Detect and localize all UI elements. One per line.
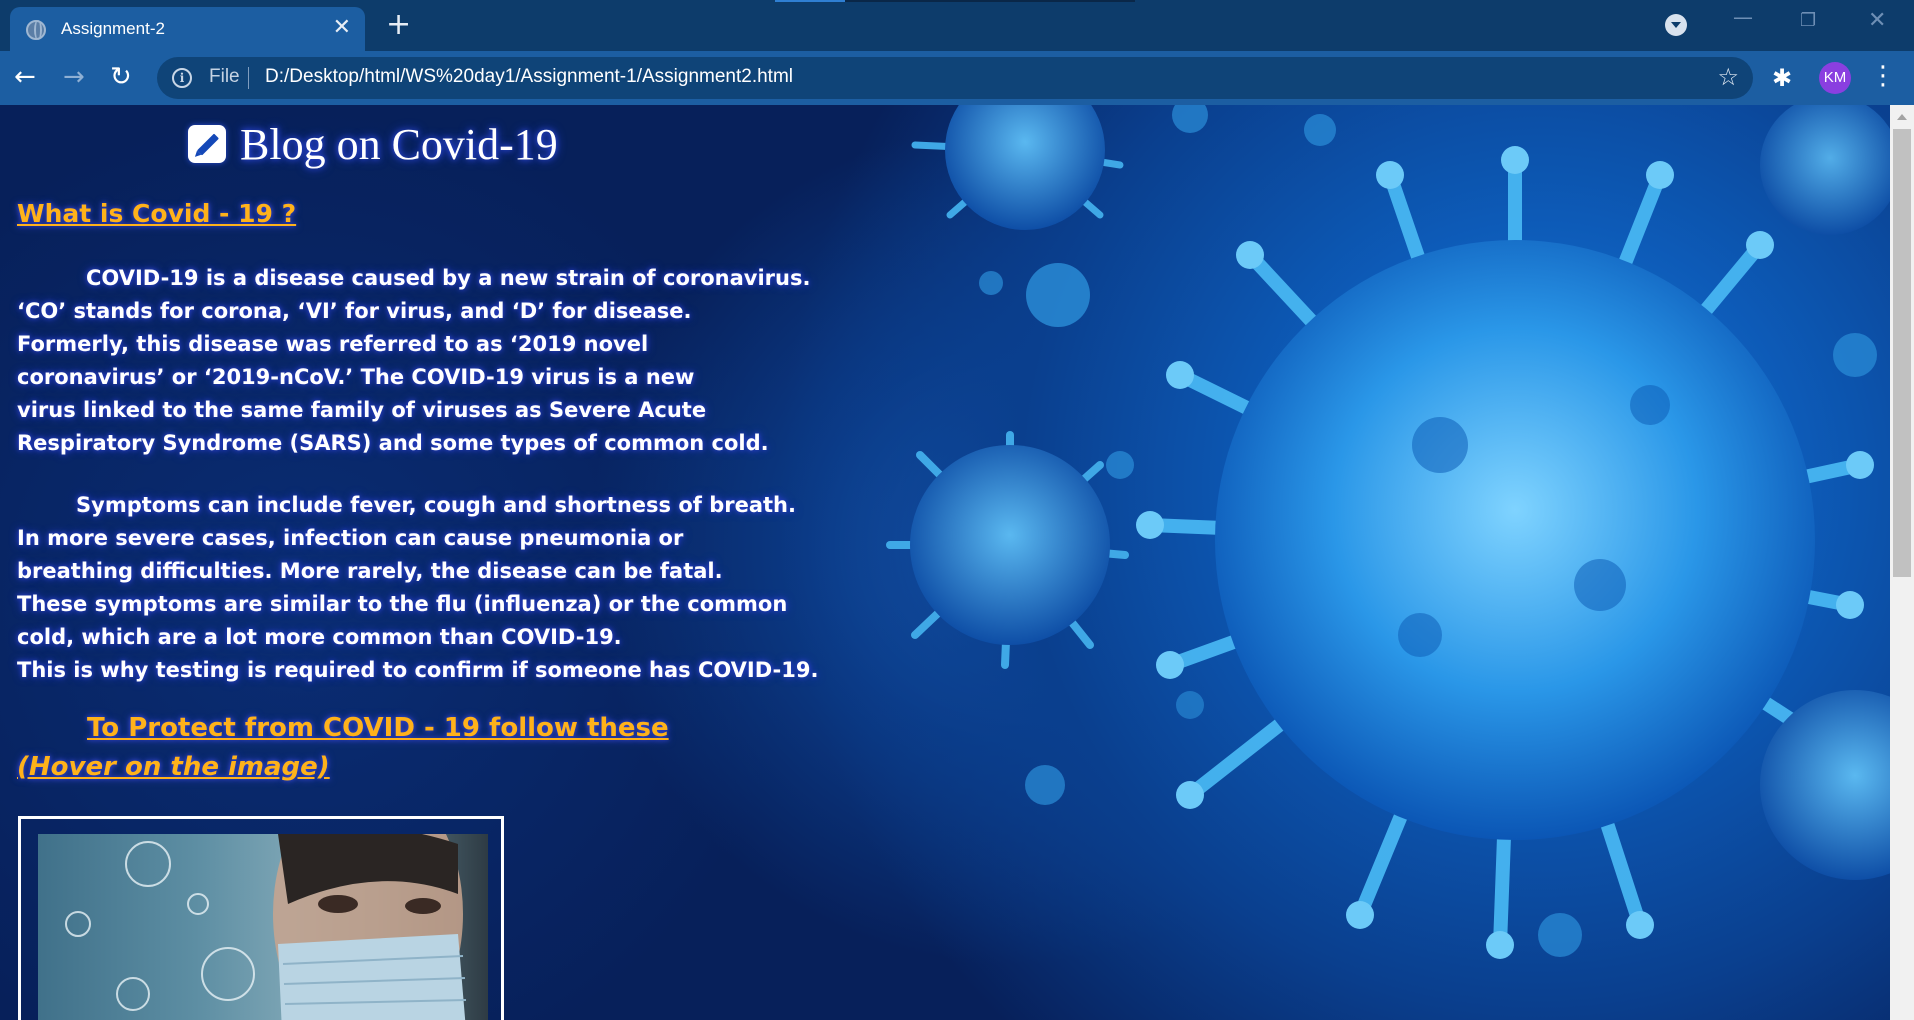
vertical-scrollbar[interactable]: [1890, 105, 1914, 1020]
url-scheme: File: [209, 66, 240, 87]
window-close-icon[interactable]: ✕: [1868, 6, 1886, 36]
paragraph-line: Symptoms can include fever, cough and sh…: [76, 493, 796, 517]
browser-toolbar: ← → ↻ i File D:/Desktop/html/WS%20day1/A…: [0, 51, 1914, 105]
bookmark-star-icon[interactable]: ☆: [1717, 63, 1739, 91]
page-title-text: Blog on Covid-19: [240, 119, 558, 169]
profile-avatar[interactable]: KM: [1819, 62, 1851, 94]
paragraph-line: In more severe cases, infection can caus…: [17, 526, 684, 550]
heading-what-is-covid[interactable]: What is Covid - 19 ?: [17, 199, 296, 228]
tab-close-icon[interactable]: ✕: [333, 16, 351, 40]
paragraph-symptoms: Symptoms can include fever, cough and sh…: [17, 489, 818, 687]
scroll-up-arrow-icon[interactable]: [1897, 114, 1907, 120]
address-bar[interactable]: i File D:/Desktop/html/WS%20day1/Assignm…: [157, 57, 1753, 99]
page-title: Blog on Covid-19: [188, 120, 558, 169]
masked-woman-image[interactable]: [38, 834, 488, 1020]
reload-button[interactable]: ↻: [110, 61, 132, 93]
info-icon[interactable]: i: [172, 68, 192, 88]
edit-icon: [188, 125, 226, 163]
new-tab-button[interactable]: +: [386, 8, 411, 42]
paragraph-line: Formerly, this disease was referred to a…: [17, 332, 649, 356]
paragraph-line: cold, which are a lot more common than C…: [17, 625, 622, 649]
paragraph-what-is-covid: COVID-19 is a disease caused by a new st…: [17, 262, 810, 460]
tab-title: Assignment-2: [61, 19, 165, 38]
extensions-icon[interactable]: ✱: [1772, 64, 1792, 92]
restore-icon[interactable]: ❐: [1800, 6, 1816, 36]
globe-icon: [26, 20, 46, 40]
heading-hover-hint[interactable]: (Hover on the image): [17, 752, 330, 782]
paragraph-line: breathing difficulties. More rarely, the…: [17, 559, 723, 583]
browser-tab[interactable]: Assignment-2 ✕: [10, 7, 365, 51]
tab-bar: Assignment-2 ✕ + — ❐ ✕: [0, 0, 1914, 51]
tab-search-icon[interactable]: [1665, 14, 1687, 36]
back-button[interactable]: ←: [14, 61, 36, 93]
page-viewport: Blog on Covid-19 What is Covid - 19 ? CO…: [0, 105, 1890, 1020]
paragraph-line: virus linked to the same family of virus…: [17, 398, 707, 422]
tab-strip-indicator: [775, 0, 1135, 2]
url-text[interactable]: D:/Desktop/html/WS%20day1/Assignment-1/A…: [265, 66, 793, 88]
minimize-icon[interactable]: —: [1733, 2, 1753, 32]
browser-menu-icon[interactable]: ⋮: [1870, 60, 1896, 92]
paragraph-line: Respiratory Syndrome (SARS) and some typ…: [17, 431, 769, 455]
mask-illustration: [65, 834, 467, 1020]
paragraph-line: ‘CO’ stands for corona, ‘VI’ for virus, …: [17, 299, 692, 323]
url-divider: [248, 67, 249, 89]
paragraph-line: COVID-19 is a disease caused by a new st…: [86, 266, 811, 290]
scroll-thumb[interactable]: [1893, 129, 1911, 577]
forward-button[interactable]: →: [63, 61, 85, 93]
paragraph-line: These symptoms are similar to the flu (i…: [17, 592, 788, 616]
paragraph-line: This is why testing is required to confi…: [17, 658, 819, 682]
heading-protect[interactable]: To Protect from COVID - 19 follow these: [17, 713, 669, 743]
hover-image-frame[interactable]: [18, 816, 504, 1020]
paragraph-line: coronavirus’ or ‘2019-nCoV.’ The COVID-1…: [17, 365, 695, 389]
